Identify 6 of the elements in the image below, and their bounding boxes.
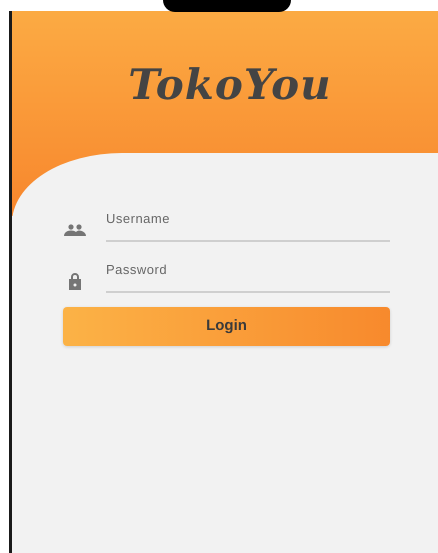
login-button[interactable]: Login xyxy=(63,307,390,346)
text-field[interactable]: Password xyxy=(106,259,390,293)
lock-icon xyxy=(67,272,83,290)
people-icon xyxy=(64,224,86,236)
app-title: TokoYou xyxy=(127,61,332,109)
text-field[interactable]: Username xyxy=(106,208,390,242)
